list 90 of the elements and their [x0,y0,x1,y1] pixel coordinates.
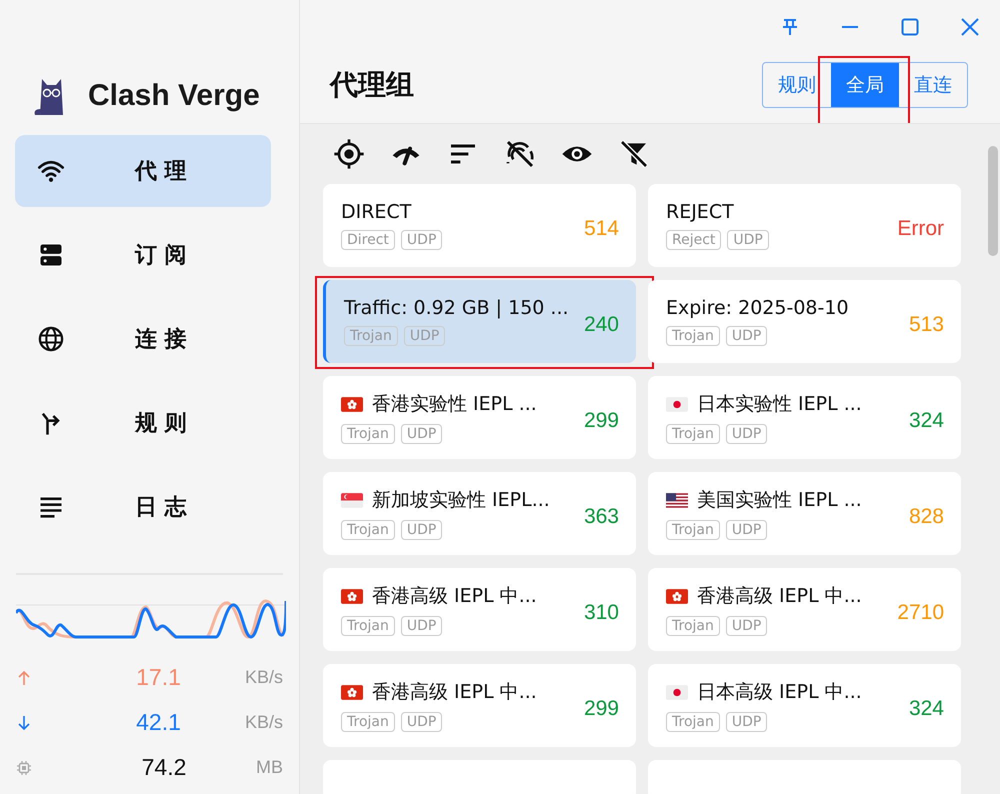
proxy-card[interactable]: REJECT Reject UDP Error [648,184,961,267]
proxy-card[interactable]: DIRECT Direct UDP 514 [323,184,636,267]
nav-item[interactable]: 代 理 [15,135,271,207]
proxy-tag: Trojan [666,520,720,540]
nav-item[interactable]: 日 志 [15,471,271,543]
proxy-card[interactable]: 香港实验性 IEPL ... Trojan UDP 299 [323,376,636,459]
delay-value[interactable]: 299 [584,696,619,720]
proxy-name: Expire: 2025-08-10 [666,297,849,319]
globe-icon [37,325,65,353]
proxy-name: 日本高级 IEPL 中... [697,680,862,705]
close-icon[interactable] [960,17,980,37]
proxy-name: REJECT [666,201,734,223]
proxy-tag: UDP [400,424,442,444]
proxy-card[interactable]: Expire: 2025-08-10 Trojan UDP 513 [648,280,961,363]
proxy-card[interactable]: 香港高级 IEPL 中... Trojan UDP 299 [323,664,636,747]
proxy-tag: Direct [341,230,395,250]
proxy-card[interactable]: 日本高级 IEPL 中... Trojan UDP 324 [648,664,961,747]
proxy-card[interactable]: 新加坡实验性 IEPL... Trojan UDP 363 [323,472,636,555]
proxy-tag: UDP [400,712,442,732]
nav-item[interactable]: 连 接 [15,303,271,375]
speed-unit: KB/s [244,667,283,688]
proxy-name: 日本实验性 IEPL ... [697,392,862,417]
flag-icon [666,684,688,700]
proxy-name: 香港高级 IEPL 中... [372,584,537,609]
flag-icon [666,396,688,412]
proxy-card[interactable]: Traffic: 0.92 GB | 150 ... Trojan UDP 240 [323,280,636,363]
proxy-tag: UDP [726,520,768,540]
proxy-tag: Trojan [666,424,720,444]
locate-icon[interactable] [333,138,365,170]
proxy-tag: UDP [404,326,446,346]
delay-value[interactable]: 324 [908,408,944,432]
memory-unit: MB [256,757,283,778]
download-arrow-icon [16,714,32,730]
upload-speed: 17.1 [135,664,182,691]
delay-value[interactable]: 363 [584,504,619,528]
maximize-icon[interactable] [900,17,920,37]
proxy-card[interactable]: 美国实验性 IEPL ... Trojan UDP 828 [648,472,961,555]
proxy-name: Traffic: 0.92 GB | 150 ... [344,297,569,319]
proxy-card[interactable]: 香港高级 IEPL 中... Trojan UDP 2710 [648,568,961,651]
delay-value[interactable]: 310 [584,600,619,624]
flag-icon [666,588,688,604]
proxy-card[interactable]: 日本实验性 IEPL ... Trojan UDP 324 [648,376,961,459]
nav-item[interactable]: 订 阅 [15,219,271,291]
app-name: Clash Verge [88,79,260,113]
flag-icon [341,588,363,604]
chip-icon [16,760,32,776]
delay-value[interactable]: Error [897,216,944,240]
mode-button[interactable]: 直连 [899,63,967,107]
proxy-tag: Trojan [666,616,720,636]
proxy-tag: Trojan [341,520,395,540]
proxy-tag: UDP [726,326,768,346]
speed-unit: KB/s [244,712,283,733]
mode-button[interactable]: 规则 [763,63,831,107]
delay-value[interactable]: 324 [908,696,944,720]
upload-arrow-icon [16,670,32,686]
mode-button[interactable]: 全局 [831,63,899,107]
proxy-tag: Trojan [341,424,395,444]
proxy-tag: UDP [726,616,768,636]
memory-usage: 74.2 [140,754,188,781]
proxy-tag: UDP [400,616,442,636]
nav-item[interactable]: 规 则 [15,387,271,459]
filter-off-icon[interactable] [618,138,650,170]
flag-icon [341,684,363,700]
signal-off-icon[interactable] [504,138,536,170]
proxy-tag: Trojan [666,326,720,346]
proxy-name: 香港高级 IEPL 中... [697,584,862,609]
proxy-tag: UDP [400,520,442,540]
page-title: 代理组 [330,67,414,103]
flag-icon [341,492,363,508]
proxy-tag: UDP [726,712,768,732]
proxy-tag: Trojan [666,712,720,732]
proxy-card[interactable]: 香港高级 IEPL 中... Trojan UDP 310 [323,568,636,651]
delay-value[interactable]: 299 [584,408,619,432]
proxy-tag: UDP [726,424,768,444]
scrollbar-thumb[interactable] [988,146,998,256]
proxy-tag: Trojan [341,616,395,636]
pin-icon[interactable] [780,17,800,37]
proxy-name: 香港实验性 IEPL ... [372,392,537,417]
proxy-name: 新加坡实验性 IEPL... [372,488,550,513]
flag-icon [666,492,688,508]
download-speed: 42.1 [135,709,182,736]
proxy-tag: Reject [666,230,722,250]
proxy-tag: Trojan [341,712,395,732]
proxy-name: DIRECT [341,201,412,223]
proxy-tag: Trojan [344,326,398,346]
proxy-name: 美国实验性 IEPL ... [697,488,862,513]
proxy-name: 香港高级 IEPL 中... [372,680,537,705]
proxy-tag: UDP [727,230,769,250]
flag-icon [341,396,363,412]
proxy-tag: UDP [400,230,442,250]
